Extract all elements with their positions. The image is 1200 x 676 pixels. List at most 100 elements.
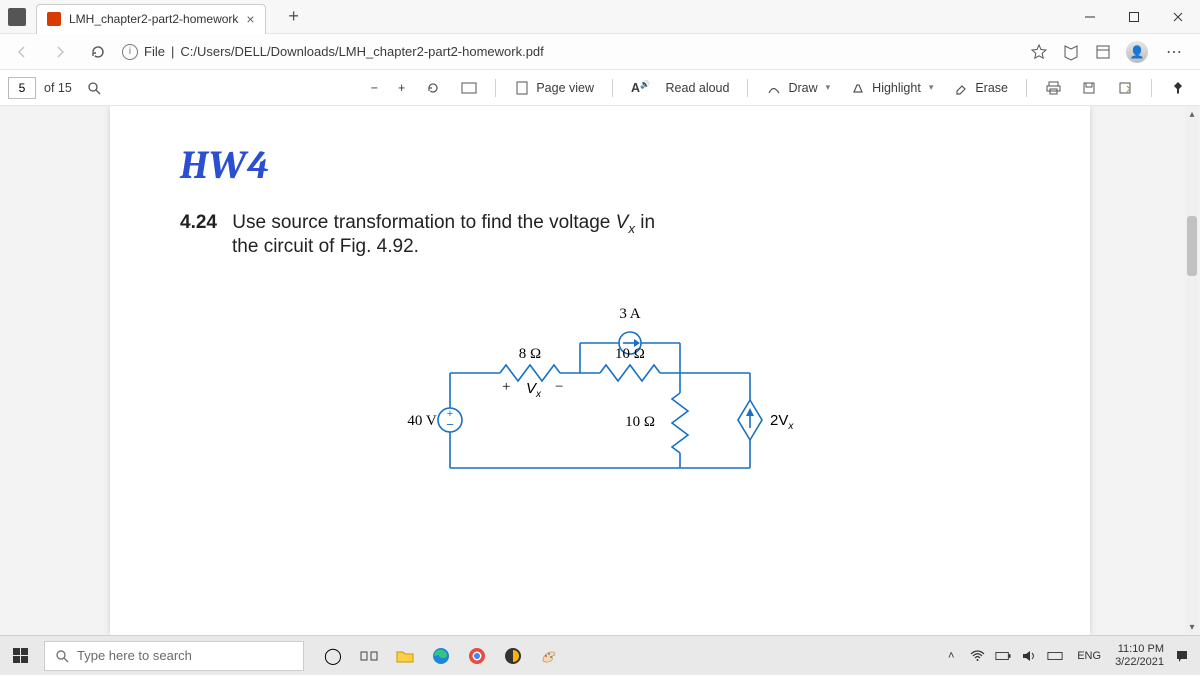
window-maximize-button[interactable] [1112, 0, 1156, 34]
erase-icon [953, 80, 969, 96]
taskbar-search[interactable]: Type here to search [44, 641, 304, 671]
label-voltage-source: 40 V [407, 413, 436, 429]
label-current-source: 3 A [619, 306, 640, 322]
clock[interactable]: 11:10 PM 3/22/2021 [1115, 643, 1164, 668]
problem-text: 4.24 Use source transformation to find t… [180, 212, 1020, 258]
clock-date: 3/22/2021 [1115, 656, 1164, 669]
app-paint[interactable] [532, 639, 566, 673]
language-indicator[interactable]: ENG [1073, 650, 1105, 662]
vertical-scrollbar[interactable]: ▴ ▾ [1185, 106, 1199, 635]
more-menu-button[interactable]: ⋯ [1162, 42, 1186, 62]
page-view-icon [514, 80, 530, 96]
zoom-in-button[interactable]: + [392, 77, 411, 99]
toolbar-separator [612, 79, 613, 97]
windows-taskbar: Type here to search ◯ ˄ ENG 11:10 PM 3/2… [0, 635, 1200, 675]
problem-number: 4.24 [180, 212, 217, 233]
nav-refresh-button[interactable] [84, 38, 112, 66]
scroll-down-button[interactable]: ▾ [1185, 619, 1199, 635]
pin-toolbar-button[interactable] [1164, 76, 1192, 100]
url-display[interactable]: i File | C:/Users/DELL/Downloads/LMH_cha… [122, 44, 544, 60]
draw-icon [766, 80, 782, 96]
profile-avatar[interactable]: 👤 [1126, 41, 1148, 63]
save-as-icon [1117, 80, 1133, 96]
svg-text:Vx: Vx [526, 380, 542, 400]
app-file-explorer[interactable] [388, 639, 422, 673]
chevron-down-icon: ▾ [826, 82, 831, 93]
pin-icon [1170, 80, 1186, 96]
fit-icon [461, 80, 477, 96]
app-task-view[interactable] [352, 639, 386, 673]
taskbar-apps: ◯ [316, 639, 566, 673]
app-edge[interactable] [424, 639, 458, 673]
toolbar-separator [1151, 79, 1152, 97]
favorites-icon[interactable] [1030, 43, 1048, 61]
windows-logo-icon [13, 648, 28, 663]
toolbar-separator [747, 79, 748, 97]
tray-chevron-icon[interactable]: ˄ [943, 648, 959, 664]
label-vx-plus: + [502, 379, 510, 395]
rotate-button[interactable] [419, 76, 447, 100]
page-search-button[interactable] [80, 76, 108, 100]
tab-title: LMH_chapter2-part2-homework [69, 12, 238, 26]
system-tray: ˄ ENG 11:10 PM 3/22/2021 [943, 643, 1200, 668]
svg-text:2Vx: 2Vx [770, 412, 794, 432]
toolbar-separator [495, 79, 496, 97]
battery-icon[interactable] [995, 648, 1011, 664]
print-icon [1045, 80, 1061, 96]
start-button[interactable] [0, 636, 40, 676]
site-info-icon[interactable]: i [122, 44, 138, 60]
read-aloud-button[interactable]: A🔊 Read aloud [625, 76, 735, 99]
volume-icon[interactable] [1021, 648, 1037, 664]
page-number-input[interactable] [8, 77, 36, 99]
keyboard-icon[interactable] [1047, 648, 1063, 664]
svg-text:−: − [446, 417, 454, 432]
erase-button[interactable]: Erase [947, 76, 1014, 100]
app-chrome[interactable] [460, 639, 494, 673]
tab-close-button[interactable]: × [246, 11, 254, 27]
highlight-button[interactable]: Highlight▾ [844, 76, 939, 100]
fit-page-button[interactable] [455, 76, 483, 100]
document-heading: HW4 [180, 142, 1020, 188]
rotate-icon [425, 80, 441, 96]
label-vx-minus: − [555, 379, 563, 395]
page-total-label: of 15 [44, 81, 72, 95]
scroll-thumb[interactable] [1187, 216, 1197, 276]
scroll-up-button[interactable]: ▴ [1185, 106, 1199, 122]
window-minimize-button[interactable] [1068, 0, 1112, 34]
label-r-8ohm: 8 Ω [519, 346, 541, 362]
page-view-button[interactable]: Page view [508, 76, 600, 100]
nav-back-button[interactable] [8, 38, 36, 66]
print-button[interactable] [1039, 76, 1067, 100]
label-r-10ohm-top: 10 Ω [615, 346, 645, 362]
clock-time: 11:10 PM [1115, 643, 1164, 656]
wifi-icon[interactable] [969, 648, 985, 664]
collections-icon[interactable] [1094, 43, 1112, 61]
address-bar: i File | C:/Users/DELL/Downloads/LMH_cha… [0, 34, 1200, 70]
app-generic-1[interactable] [496, 639, 530, 673]
label-r-10ohm-mid: 10 Ω [625, 414, 655, 430]
draw-button[interactable]: Draw▾ [760, 76, 836, 100]
window-close-button[interactable] [1156, 0, 1200, 34]
app-cortana[interactable]: ◯ [316, 639, 350, 673]
app-icon [8, 8, 26, 26]
save-icon [1081, 80, 1097, 96]
zoom-out-button[interactable]: − [365, 77, 384, 99]
chevron-down-icon: ▾ [929, 82, 934, 93]
save-as-button[interactable] [1111, 76, 1139, 100]
search-icon [86, 80, 102, 96]
pdf-viewport[interactable]: HW4 4.24 Use source transformation to fi… [0, 106, 1200, 635]
search-icon [55, 649, 69, 663]
pdf-icon [47, 12, 61, 26]
notifications-icon[interactable] [1174, 648, 1190, 664]
highlight-icon [850, 80, 866, 96]
browser-tab[interactable]: LMH_chapter2-part2-homework × [36, 4, 266, 34]
favorites-bar-icon[interactable] [1062, 43, 1080, 61]
url-separator: | [171, 44, 174, 59]
circuit-figure: + − 3 A 8 Ω 10 Ω 10 Ω 40 V + Vx − 2Vx [180, 288, 1020, 518]
nav-forward-button[interactable] [46, 38, 74, 66]
url-scheme: File [144, 44, 165, 59]
save-button[interactable] [1075, 76, 1103, 100]
toolbar-separator [1026, 79, 1027, 97]
new-tab-button[interactable]: + [280, 3, 308, 31]
search-placeholder: Type here to search [77, 648, 192, 663]
